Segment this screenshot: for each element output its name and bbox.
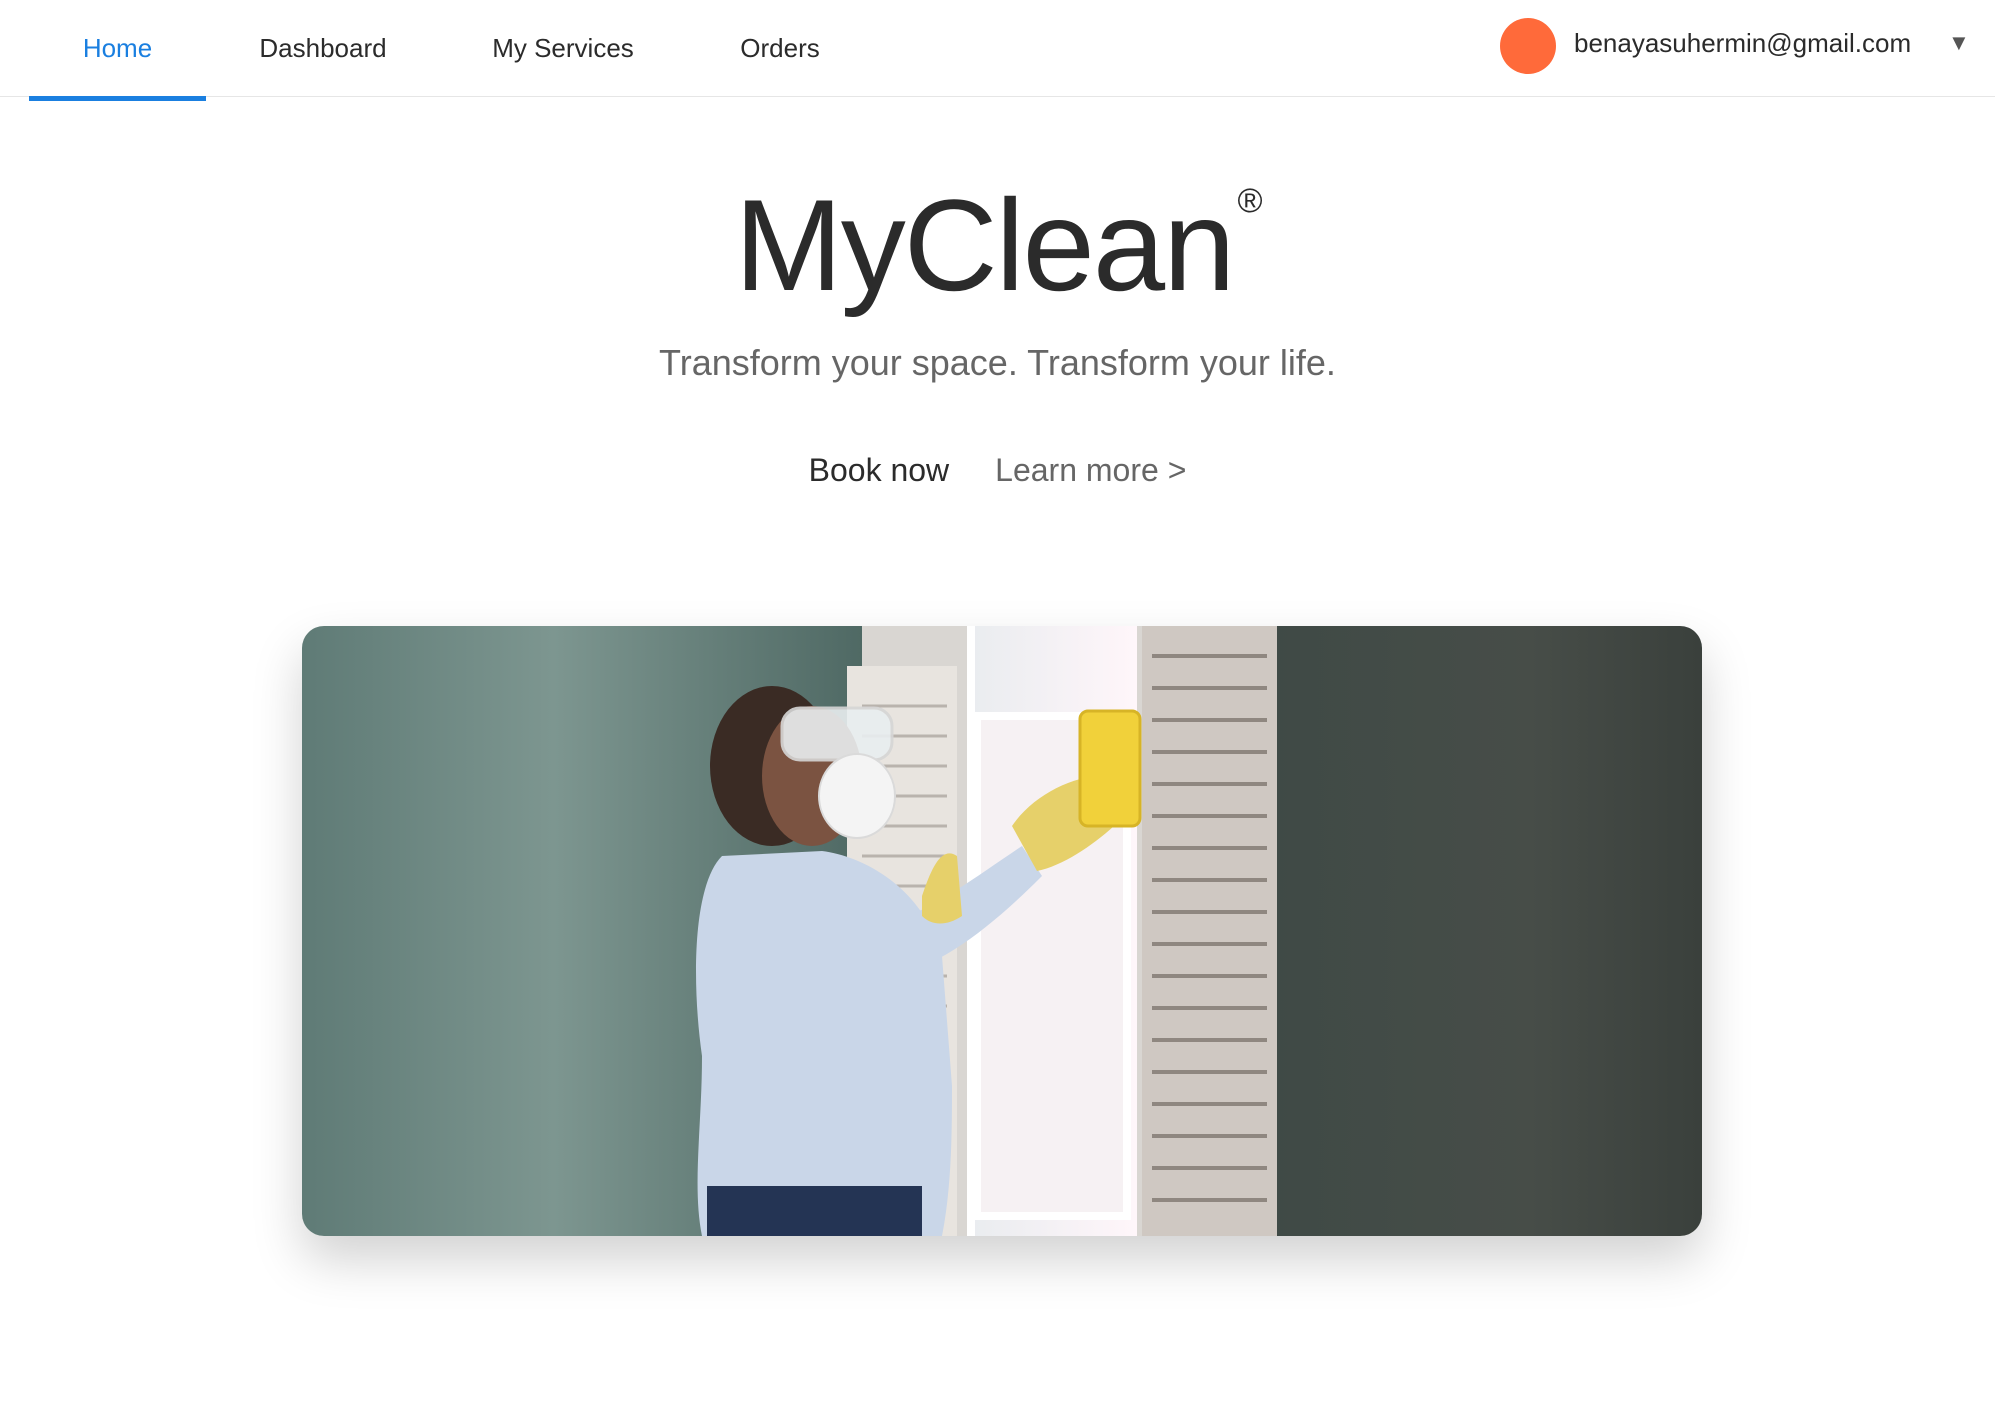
tab-orders[interactable]: Orders [700, 0, 860, 97]
user-email[interactable]: benayasuhermin@gmail.com [1574, 28, 1911, 59]
tab-my-services-label: My Services [492, 33, 634, 63]
top-nav-bar: Home Dashboard My Services Orders benaya… [0, 0, 1995, 101]
cta-row: Book now Learn more > [0, 452, 1995, 489]
tab-home-label: Home [82, 33, 153, 63]
avatar[interactable] [1500, 18, 1556, 74]
tab-dashboard[interactable]: Dashboard [228, 0, 418, 97]
tab-my-services[interactable]: My Services [468, 0, 658, 97]
brand-name: MyClean [734, 172, 1235, 318]
tab-dashboard-label: Dashboard [259, 33, 387, 63]
active-tab-indicator [29, 96, 206, 101]
caret-down-icon[interactable]: ▼ [1948, 30, 1970, 56]
tab-home[interactable]: Home [29, 0, 206, 97]
book-now-link[interactable]: Book now [809, 452, 950, 489]
cleaning-photo-illustration [302, 626, 1702, 1236]
tab-orders-label: Orders [740, 33, 820, 63]
learn-more-link[interactable]: Learn more > [995, 452, 1186, 489]
tagline: Transform your space. Transform your lif… [659, 342, 1336, 383]
page-title: MyClean ® [0, 170, 1995, 320]
hero-image [302, 626, 1702, 1236]
registered-mark: ® [1237, 182, 1262, 220]
